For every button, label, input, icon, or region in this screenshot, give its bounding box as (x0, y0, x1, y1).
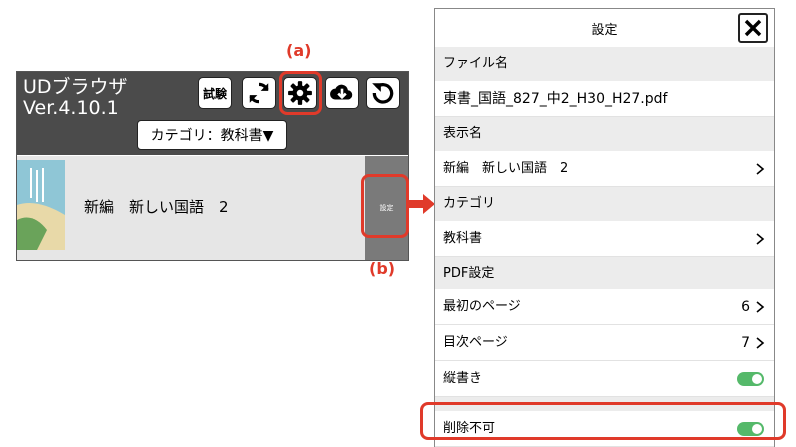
highlight-no-delete (420, 402, 786, 440)
toc-page-row[interactable]: 目次ページ 7 (435, 325, 774, 361)
settings-panel: 設定 ファイル名 東書_国語_827_中2_H30_H27.pdf 表示名 新編… (434, 8, 775, 447)
section-display-name: 表示名 (435, 117, 774, 151)
toc-page-label: 目次ページ (443, 335, 508, 350)
book-list-item[interactable]: 新編 新しい国語 2 設定 (17, 156, 408, 260)
category-row[interactable]: 教科書 (435, 221, 774, 257)
first-page-value: 6 (741, 299, 750, 315)
settings-title: 設定 (591, 23, 618, 38)
book-title: 新編 新しい国語 2 (84, 198, 229, 216)
vertical-writing-row: 縦書き (435, 361, 774, 397)
app-screen: UDブラウザ Ver.4.10.1 試験 カテゴリ：教科書▼ 新編 新しい国語 … (16, 71, 409, 261)
vertical-writing-label: 縦書き (443, 371, 483, 386)
highlight-gear (279, 71, 322, 115)
display-name-value: 新編 新しい国語 2 (443, 161, 569, 176)
marker-label-b: (b) (369, 259, 396, 278)
book-cover-thumbnail (17, 160, 65, 250)
first-page-row[interactable]: 最初のページ 6 (435, 289, 774, 325)
chevron-right-icon (756, 301, 765, 313)
sync-button[interactable] (242, 77, 276, 109)
reload-button[interactable] (366, 77, 400, 109)
settings-title-bar: 設定 (435, 9, 774, 48)
category-value: 教科書 (443, 231, 483, 246)
cloud-download-icon (330, 84, 353, 100)
section-category: カテゴリ (435, 187, 774, 221)
highlight-settings (361, 174, 409, 238)
chevron-right-icon (756, 163, 765, 175)
close-button[interactable] (738, 13, 768, 43)
app-header: UDブラウザ Ver.4.10.1 試験 カテゴリ：教科書▼ (17, 72, 408, 155)
section-pdf-settings: PDF設定 (435, 257, 774, 291)
first-page-label: 最初のページ (443, 299, 521, 314)
download-button[interactable] (325, 77, 359, 109)
reload-icon (372, 83, 394, 104)
app-title: UDブラウザ Ver.4.10.1 (23, 76, 128, 119)
marker-label-a: (a) (286, 41, 312, 60)
trial-button[interactable]: 試験 (198, 77, 232, 109)
toc-page-value: 7 (741, 335, 750, 351)
file-name-value: 東書_国語_827_中2_H30_H27.pdf (443, 91, 668, 107)
close-icon (744, 19, 762, 37)
vertical-writing-toggle[interactable] (737, 372, 764, 386)
chevron-right-icon (756, 337, 765, 349)
chevron-right-icon (756, 233, 765, 245)
section-file-name: ファイル名 (435, 47, 774, 81)
refresh-icon (249, 82, 269, 104)
file-name-row: 東書_国語_827_中2_H30_H27.pdf (435, 81, 774, 117)
arrow-right-icon (409, 194, 435, 214)
display-name-row[interactable]: 新編 新しい国語 2 (435, 151, 774, 187)
category-dropdown[interactable]: カテゴリ：教科書▼ (137, 120, 287, 150)
